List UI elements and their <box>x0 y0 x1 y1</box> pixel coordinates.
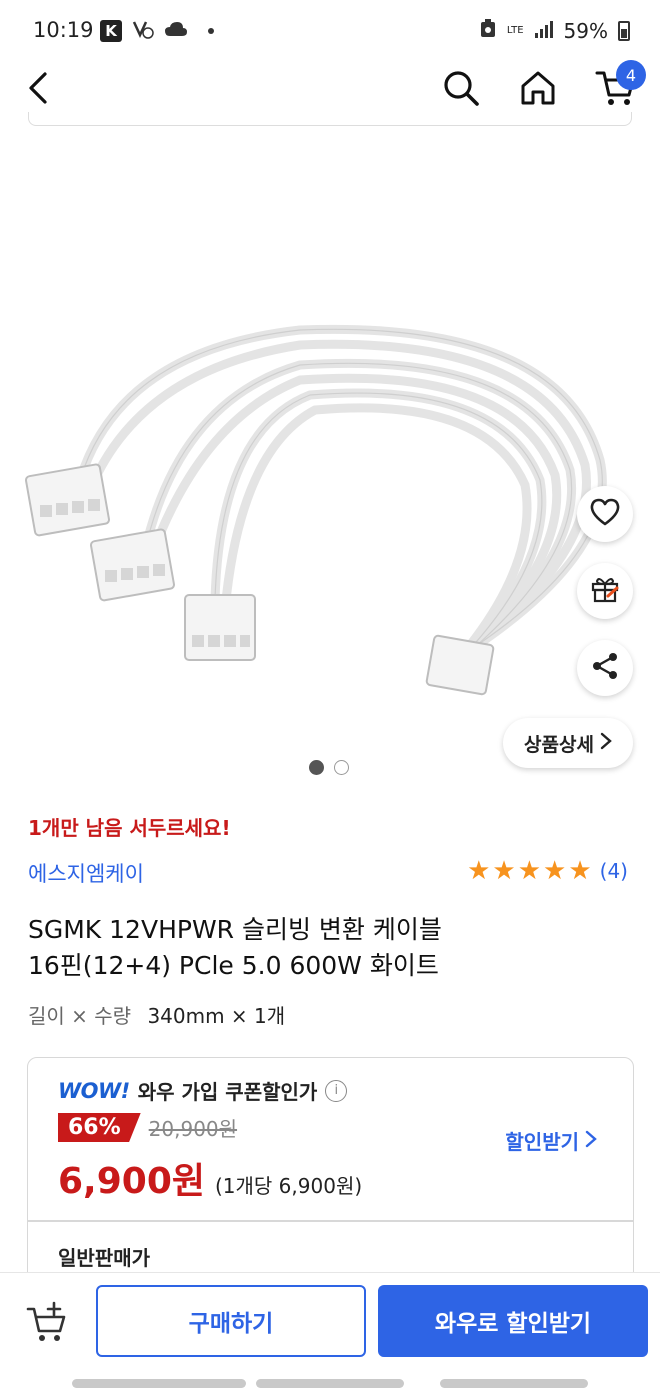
sale-price: 6,900원 <box>58 1161 205 1202</box>
wow-price-header: WOW! 와우 가입 쿠폰할인가 i <box>58 1076 348 1105</box>
star-icon: ★ <box>568 856 592 886</box>
share-icon <box>590 651 620 685</box>
gift-icon <box>590 574 620 608</box>
home-button[interactable] <box>514 66 562 114</box>
product-title: SGMK 12VHPWR 슬리빙 변환 케이블 16핀(12+4) PCle 5… <box>28 912 588 984</box>
product-image[interactable] <box>0 130 660 790</box>
star-icon: ★ <box>467 856 491 886</box>
network-type: LTE <box>506 24 524 36</box>
product-detail-button[interactable]: 상품상세 <box>503 718 633 768</box>
rating-count: (4) <box>599 859 628 883</box>
cable-illustration <box>24 324 607 696</box>
gallery-pagination <box>309 760 349 775</box>
status-time: 10:19 <box>33 18 94 42</box>
product-detail-label: 상품상세 <box>524 733 594 756</box>
chevron-right-icon <box>600 732 612 755</box>
status-notification-icons: K <box>100 19 214 43</box>
gallery-dot-1[interactable] <box>309 760 324 775</box>
wishlist-button[interactable] <box>577 486 633 542</box>
buy-button[interactable]: 구매하기 <box>96 1285 366 1357</box>
wow-discount-button[interactable]: 와우로 할인받기 <box>378 1285 648 1357</box>
add-to-cart-button[interactable] <box>24 1299 72 1347</box>
wow-logo: WOW! <box>58 1078 130 1103</box>
system-nav-indicator <box>256 1379 404 1388</box>
chevron-left-icon <box>25 71 51 109</box>
option-summary: 길이 × 수량 340mm × 1개 <box>28 1000 285 1029</box>
get-discount-label: 할인받기 <box>505 1130 579 1154</box>
search-icon <box>441 68 481 112</box>
more-notifications-icon <box>208 28 214 34</box>
battery-icon <box>618 20 630 41</box>
wow-price-label: 와우 가입 쿠폰할인가 <box>137 1080 318 1104</box>
sale-price-row: 6,900원 (1개당 6,900원) <box>58 1152 362 1204</box>
k-app-icon: K <box>100 20 122 42</box>
home-icon <box>518 68 558 112</box>
bottom-action-bar: 구매하기 와우로 할인받기 <box>0 1272 660 1393</box>
option-value: 340mm × 1개 <box>147 1004 286 1028</box>
info-icon[interactable]: i <box>325 1079 348 1102</box>
status-bar: 10:19 K LTE 59% <box>0 0 660 60</box>
gallery-dot-2[interactable] <box>334 760 349 775</box>
signal-icon <box>534 19 554 43</box>
normal-price-label: 일반판매가 <box>58 1246 150 1270</box>
share-button[interactable] <box>577 640 633 696</box>
chevron-right-icon <box>585 1129 597 1153</box>
brand-link[interactable]: 에스지엠케이 <box>28 858 144 888</box>
back-button[interactable] <box>14 66 62 114</box>
option-label: 길이 × 수량 <box>28 1004 132 1028</box>
system-nav-indicator <box>440 1379 588 1388</box>
product-title-line-1: SGMK 12VHPWR 슬리빙 변환 케이블 <box>28 915 442 944</box>
cart-count-badge: 4 <box>616 60 646 90</box>
unit-price: (1개당 6,900원) <box>215 1174 363 1198</box>
gift-button[interactable] <box>577 563 633 619</box>
product-title-line-2: 16핀(12+4) PCle 5.0 600W 화이트 <box>28 951 439 980</box>
get-discount-link[interactable]: 할인받기 <box>505 1126 597 1155</box>
system-gesture-bar <box>0 1375 660 1393</box>
discount-row: 66% 20,900원 <box>58 1113 237 1142</box>
add-cart-icon <box>24 1301 72 1351</box>
search-button[interactable] <box>437 66 485 114</box>
top-nav: 4 <box>0 60 660 120</box>
search-bar-edge <box>28 112 632 126</box>
heart-icon <box>589 497 621 531</box>
vpn-icon <box>132 19 154 43</box>
battery-level: 59% <box>563 18 608 43</box>
star-icon: ★ <box>543 856 567 886</box>
cart-button[interactable]: 4 <box>592 60 646 114</box>
stock-notice: 1개만 남음 서두르세요! <box>28 816 231 840</box>
price-box-divider <box>28 1220 633 1222</box>
star-icon: ★ <box>492 856 516 886</box>
system-nav-indicator <box>72 1379 246 1388</box>
discount-rate-badge: 66% <box>58 1113 141 1142</box>
status-system-icons: LTE 59% <box>479 18 630 43</box>
price-box: WOW! 와우 가입 쿠폰할인가 i 66% 20,900원 6,900원 (1… <box>27 1057 634 1307</box>
star-icon: ★ <box>517 856 542 886</box>
original-price: 20,900원 <box>148 1117 238 1141</box>
recycle-icon <box>479 18 497 43</box>
rating-summary[interactable]: ★ ★ ★ ★ ★ (4) <box>467 858 628 884</box>
cloud-icon <box>164 21 188 41</box>
